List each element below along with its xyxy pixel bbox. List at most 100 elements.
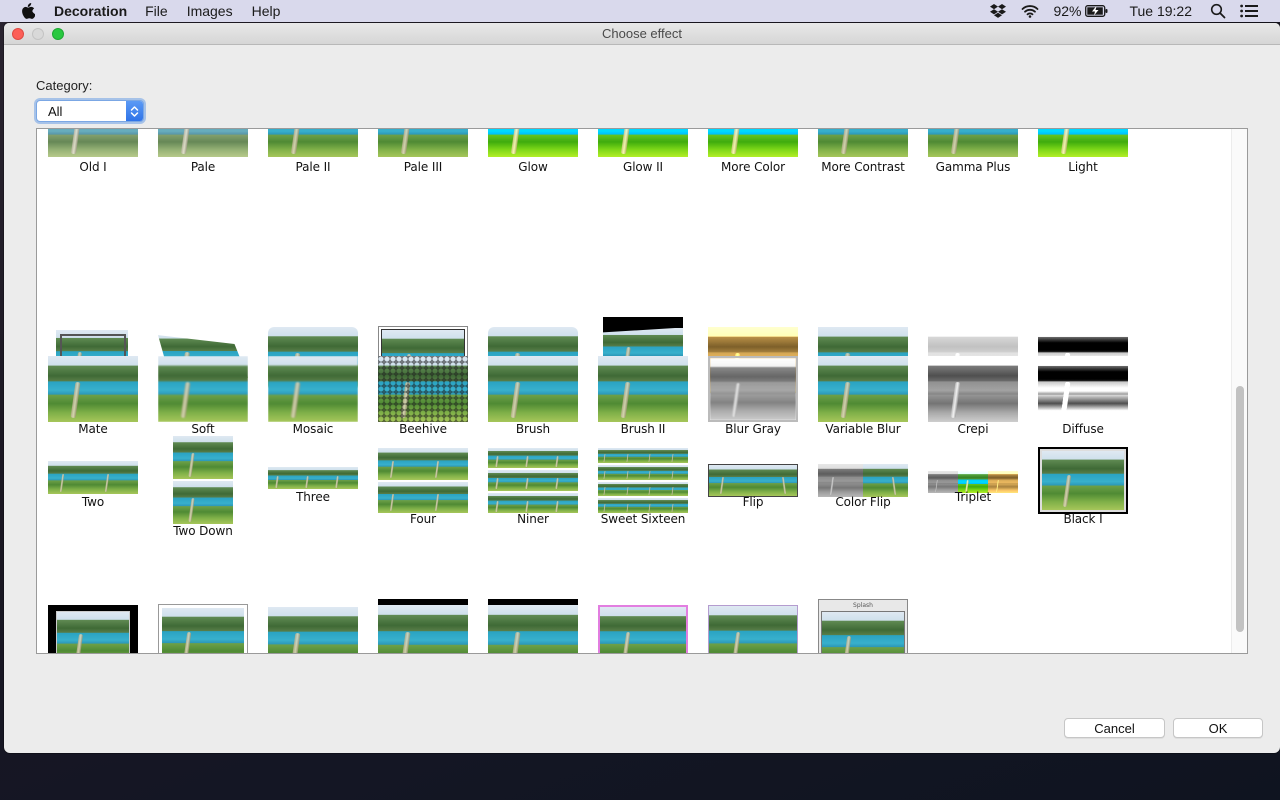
landscape-image [162, 608, 244, 653]
effect-thumbnail[interactable] [1038, 129, 1128, 157]
effect-label: Mosaic [292, 422, 334, 436]
effect-label: Blur Gray [725, 422, 781, 436]
effect-label: Four [410, 512, 436, 526]
vertical-scrollbar[interactable] [1231, 129, 1247, 653]
landscape-image [548, 492, 578, 513]
landscape-image [48, 461, 93, 494]
effect-thumbnail[interactable] [488, 599, 578, 653]
effect-thumbnail[interactable] [708, 129, 798, 157]
effect-thumbnail[interactable] [598, 129, 688, 157]
effect-thumbnail[interactable] [268, 129, 358, 157]
landscape-image [665, 498, 688, 513]
effect-thumbnail[interactable] [928, 129, 1018, 157]
clock[interactable]: Tue 19:22 [1129, 3, 1192, 19]
landscape-image [328, 467, 358, 489]
app-name-menu[interactable]: Decoration [54, 3, 127, 19]
effect-thumbnail[interactable] [378, 129, 468, 157]
zoom-window-button[interactable] [52, 28, 64, 40]
effect-label: Color Flip [835, 495, 891, 509]
effect-thumbnail[interactable] [158, 356, 248, 422]
effect-thumbnail[interactable] [488, 447, 578, 514]
effect-thumbnail[interactable] [818, 129, 908, 157]
splash-caption: Splash [853, 602, 873, 609]
effect-thumbnail[interactable] [173, 435, 233, 525]
effect-label: Variable Blur [825, 422, 901, 436]
dropbox-icon[interactable] [989, 3, 1007, 19]
landscape-image [378, 605, 468, 653]
effect-thumbnail[interactable] [48, 356, 138, 422]
landscape-image [600, 607, 686, 653]
menu-help[interactable]: Help [252, 3, 281, 19]
apple-menu-icon[interactable] [20, 3, 36, 19]
effect-thumbnail[interactable] [818, 356, 908, 422]
minimize-window-button [32, 28, 44, 40]
landscape-image [158, 356, 248, 422]
landscape-image [822, 612, 904, 653]
effect-thumbnail[interactable] [598, 447, 688, 514]
effect-thumbnail[interactable] [598, 356, 688, 422]
landscape-image [488, 492, 518, 513]
effect-label: Two Down [173, 524, 233, 538]
category-select[interactable]: All [36, 100, 144, 122]
effect-label: Glow II [623, 160, 663, 174]
landscape-image [378, 481, 423, 513]
effect-thumbnail[interactable] [1038, 447, 1128, 514]
landscape-image [298, 467, 328, 489]
effect-label: Triplet [954, 490, 992, 504]
effect-thumbnail[interactable] [378, 447, 468, 514]
battery-percent: 92% [1053, 3, 1082, 19]
effect-thumbnail[interactable] [268, 356, 358, 422]
effect-thumbnail[interactable] [818, 464, 908, 497]
effect-label: Gamma Plus [935, 160, 1011, 174]
landscape-image [620, 498, 643, 513]
cancel-button[interactable]: Cancel [1064, 718, 1165, 738]
scrollbar-thumb[interactable] [1236, 385, 1244, 633]
landscape-image [709, 606, 797, 653]
effect-thumbnail[interactable] [48, 129, 138, 157]
menu-images[interactable]: Images [187, 3, 233, 19]
chevron-up-down-icon[interactable] [126, 101, 143, 121]
landscape-image [818, 464, 863, 497]
landscape-image [598, 448, 621, 463]
effect-thumbnail[interactable] [268, 467, 358, 489]
effect-thumbnail[interactable]: Splash [818, 599, 908, 653]
effect-thumbnail[interactable] [708, 605, 798, 653]
effect-thumbnail[interactable] [708, 464, 798, 497]
effect-label: Pale III [403, 160, 443, 174]
close-window-button[interactable] [12, 28, 24, 40]
menu-file[interactable]: File [145, 3, 168, 19]
landscape-image [488, 470, 518, 491]
effect-label: Crepi [957, 422, 989, 436]
landscape-image [598, 498, 621, 513]
effect-thumbnail[interactable] [708, 356, 798, 422]
effect-thumbnail[interactable] [48, 605, 138, 653]
effect-thumbnail[interactable] [158, 129, 248, 157]
effect-thumbnail[interactable] [48, 461, 138, 494]
ok-button[interactable]: OK [1173, 718, 1263, 738]
effect-label: Brush [515, 422, 551, 436]
landscape-image [620, 448, 643, 463]
effects-grid: Old I Pale Pale II Pale III Glow Glow II More … [36, 128, 1248, 654]
window-title: Choose effect [602, 26, 682, 41]
effect-thumbnail[interactable] [598, 605, 688, 653]
effect-thumbnail[interactable] [158, 604, 248, 653]
effect-label: Light [1068, 160, 1098, 174]
effect-thumbnail[interactable] [928, 356, 1018, 422]
battery-charging-icon[interactable] [1085, 5, 1109, 17]
wifi-icon[interactable] [1021, 4, 1039, 18]
effect-thumbnail[interactable] [488, 129, 578, 157]
landscape-image [928, 356, 1018, 422]
landscape-image [488, 605, 578, 653]
effect-thumbnail[interactable] [488, 356, 578, 422]
effect-thumbnail[interactable] [378, 599, 468, 653]
effect-label: Glow [518, 160, 548, 174]
effect-label: Black I [1063, 512, 1103, 526]
effect-thumbnail[interactable] [1038, 356, 1128, 422]
effect-thumbnail[interactable] [378, 356, 468, 422]
landscape-image [423, 481, 468, 513]
effect-thumbnail[interactable] [268, 607, 358, 653]
title-bar[interactable]: Choose effect [4, 23, 1280, 45]
notification-center-icon[interactable] [1240, 4, 1258, 18]
spotlight-search-icon[interactable] [1210, 3, 1226, 19]
landscape-image [518, 448, 548, 469]
